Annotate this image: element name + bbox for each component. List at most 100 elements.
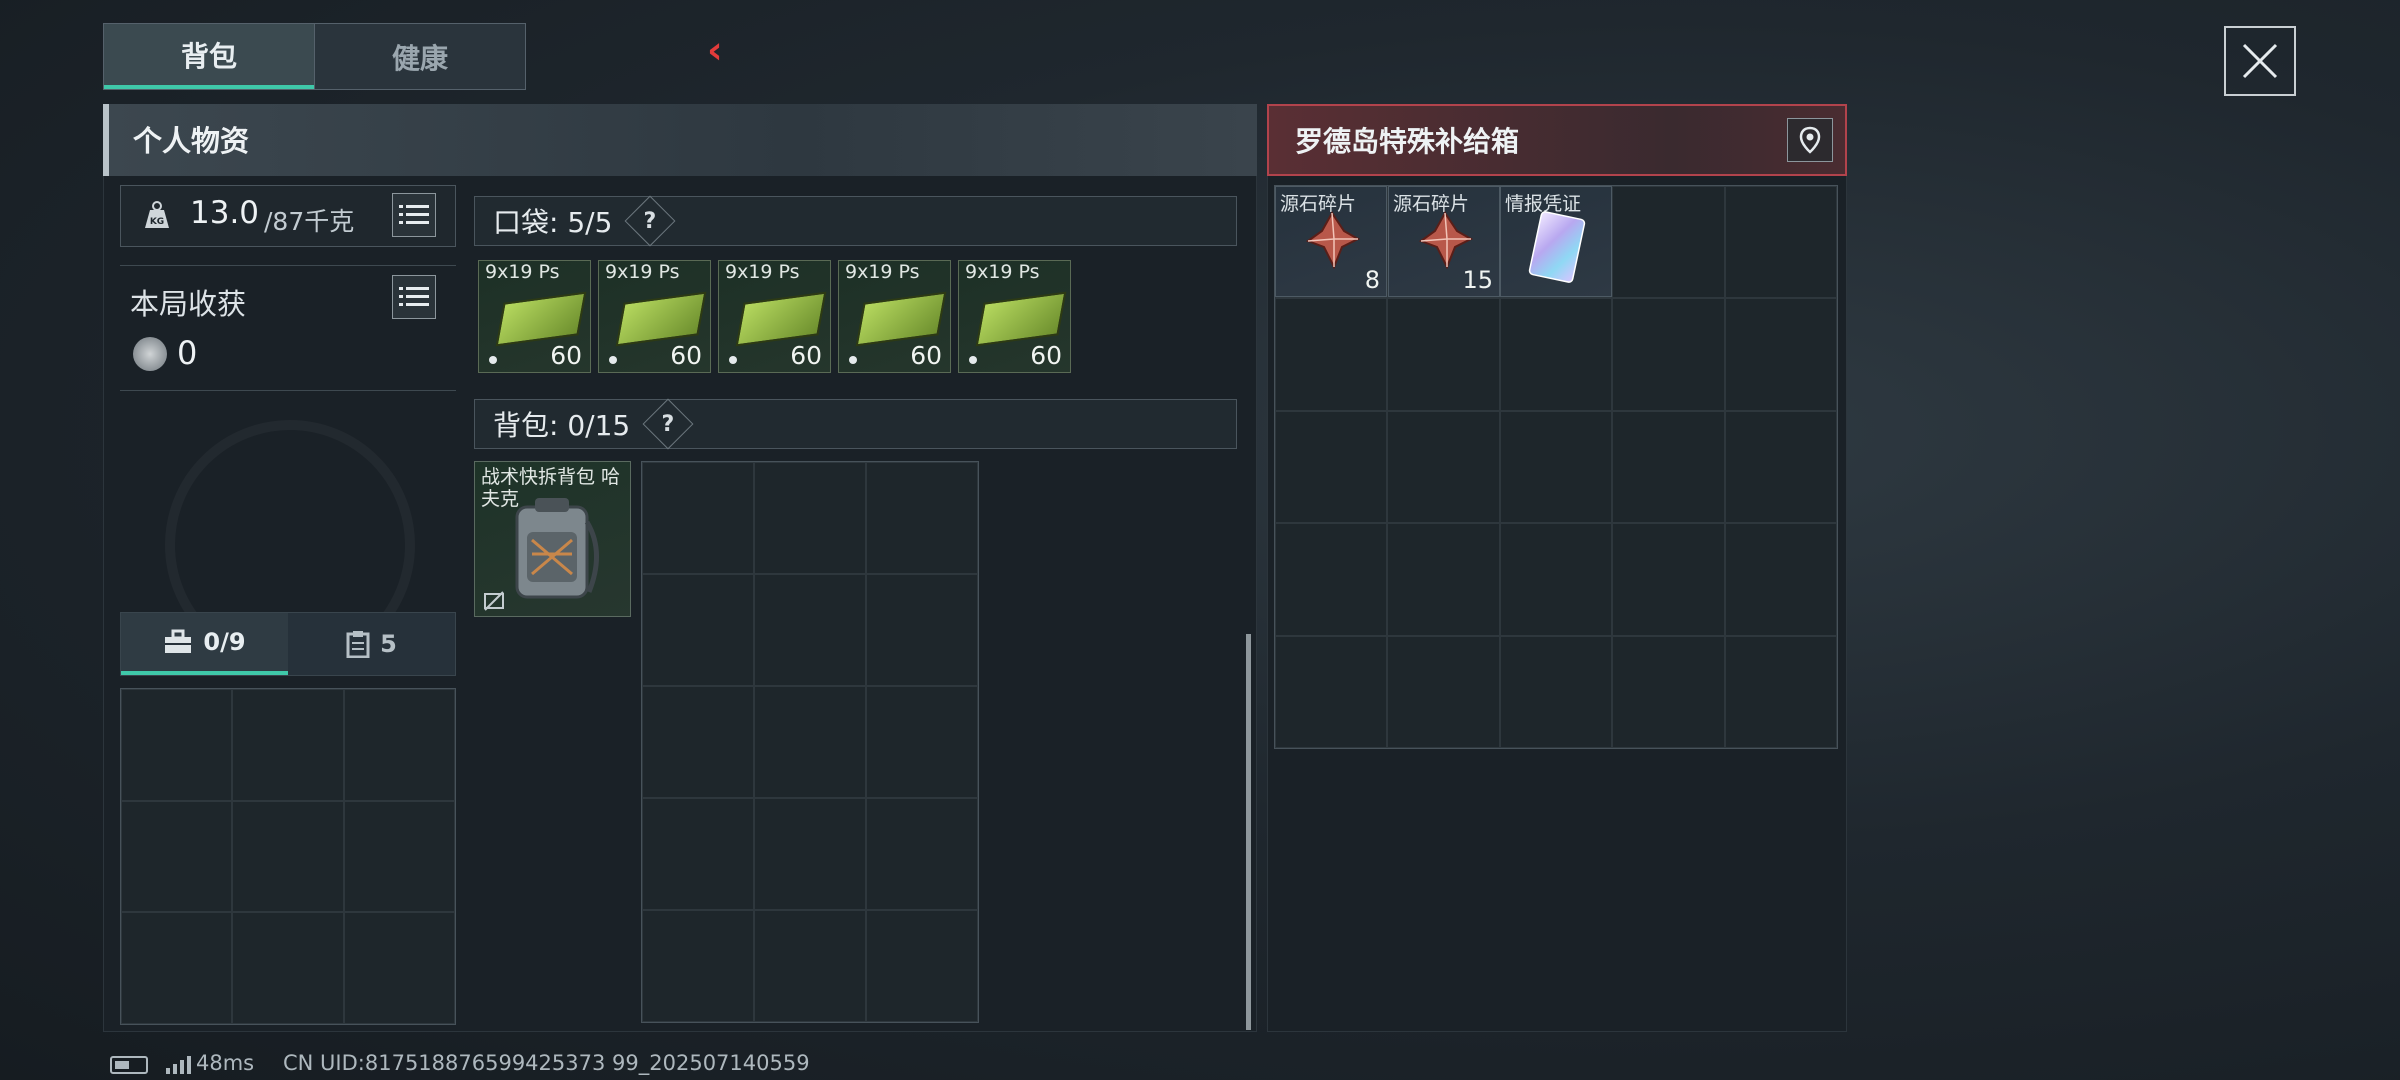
grid-slot[interactable]: [1499, 523, 1613, 636]
item-name: 9x19 Ps: [605, 261, 680, 283]
pocket-item[interactable]: 9x19 Ps 60: [478, 260, 591, 373]
grid-slot[interactable]: [1499, 298, 1613, 411]
signal-icon: [166, 1054, 191, 1074]
grid-slot[interactable]: [232, 689, 344, 801]
grid-slot[interactable]: [1275, 523, 1388, 636]
grid-slot[interactable]: [343, 912, 455, 1024]
equipped-backpack[interactable]: 战术快拆背包 哈夫克: [474, 461, 631, 617]
tab-health[interactable]: 健康: [314, 24, 525, 89]
grid-slot[interactable]: [866, 686, 978, 798]
grid-slot[interactable]: [1275, 635, 1388, 748]
tab-backpack[interactable]: 背包: [104, 24, 314, 89]
item-rarity-dot: [489, 356, 497, 364]
weight-value: 13.0: [190, 195, 260, 231]
grid-slot[interactable]: [754, 462, 866, 574]
toolbox-icon: [165, 629, 192, 653]
grid-slot[interactable]: [642, 574, 754, 686]
grid-slot[interactable]: [866, 574, 978, 686]
backpack-help-button[interactable]: ?: [642, 398, 694, 450]
originium-shard-icon: [1305, 211, 1361, 269]
scrollbar[interactable]: [1246, 634, 1251, 1030]
grid-slot[interactable]: [866, 462, 978, 574]
battery-icon: [110, 1056, 148, 1074]
grid-slot[interactable]: [754, 686, 866, 798]
grid-slot[interactable]: [1499, 410, 1613, 524]
item-name: 9x19 Ps: [725, 261, 800, 283]
grid-slot[interactable]: [1612, 410, 1725, 524]
no-insure-icon: [484, 591, 504, 611]
tab-safebox[interactable]: 0/9: [121, 613, 288, 675]
close-icon: [2242, 43, 2278, 79]
item-count: 60: [910, 341, 942, 370]
pocket-label: 口袋: 5/5: [493, 206, 613, 239]
item-count: 15: [1462, 266, 1493, 294]
grid-slot[interactable]: [1724, 410, 1837, 524]
grid-slot[interactable]: [1612, 298, 1725, 411]
item-count: 60: [790, 341, 822, 370]
item-name: 9x19 Ps: [845, 261, 920, 283]
pocket-item[interactable]: 9x19 Ps 60: [718, 260, 831, 373]
weight-kg-icon: KG: [145, 201, 169, 228]
grid-slot[interactable]: [1387, 298, 1500, 411]
grid-slot[interactable]: [1387, 523, 1500, 636]
grid-slot[interactable]: [1612, 186, 1725, 299]
list-icon: [399, 287, 429, 306]
item-count: 8: [1364, 266, 1380, 294]
help-icon: ?: [661, 411, 675, 437]
ping-text: 48ms: [196, 1051, 255, 1075]
grid-slot[interactable]: [754, 798, 866, 910]
grid-slot[interactable]: [866, 798, 978, 910]
intel-card-icon: [1528, 211, 1586, 283]
personal-panel-header: [103, 104, 1257, 176]
grid-slot[interactable]: [1724, 298, 1837, 411]
ammo-box-icon: [735, 291, 827, 347]
grid-slot[interactable]: [642, 686, 754, 798]
supply-item[interactable]: 情报凭证: [1500, 186, 1612, 297]
grid-slot[interactable]: [1387, 410, 1500, 524]
supply-item[interactable]: 源石碎片 8: [1275, 186, 1387, 297]
ammo-box-icon: [615, 291, 707, 347]
grid-slot[interactable]: [1612, 523, 1725, 636]
grid-slot[interactable]: [1724, 186, 1837, 299]
close-button[interactable]: [2224, 26, 2296, 96]
help-icon: ?: [644, 208, 657, 234]
originium-shard-icon: [1418, 211, 1474, 269]
pocket-item[interactable]: 9x19 Ps 60: [958, 260, 1071, 373]
grid-slot[interactable]: [642, 462, 754, 574]
ammo-box-icon: [495, 291, 587, 347]
grid-slot[interactable]: [866, 910, 978, 1022]
grid-slot[interactable]: [1612, 635, 1725, 748]
harvest-list-button[interactable]: [392, 275, 436, 319]
supply-item[interactable]: 源石碎片 15: [1388, 186, 1500, 297]
grid-slot[interactable]: [1275, 298, 1388, 411]
grid-slot[interactable]: [121, 689, 233, 801]
grid-slot[interactable]: [121, 800, 233, 913]
grid-slot[interactable]: [754, 910, 866, 1022]
item-name: 9x19 Ps: [485, 261, 560, 283]
pocket-help-button[interactable]: ?: [624, 195, 676, 247]
grid-slot[interactable]: [1724, 635, 1837, 748]
pocket-item[interactable]: 9x19 Ps 60: [838, 260, 951, 373]
weight-list-button[interactable]: [392, 193, 436, 237]
grid-slot[interactable]: [1275, 410, 1388, 524]
list-icon: [399, 205, 429, 224]
item-count: 60: [670, 341, 702, 370]
pocket-item[interactable]: 9x19 Ps 60: [598, 260, 711, 373]
grid-slot[interactable]: [232, 800, 344, 913]
tab-tickets[interactable]: 5: [288, 613, 455, 675]
grid-slot[interactable]: [642, 910, 754, 1022]
grid-slot[interactable]: [1499, 635, 1613, 748]
grid-slot[interactable]: [343, 800, 455, 913]
location-button[interactable]: [1787, 118, 1833, 162]
grid-slot[interactable]: [121, 912, 233, 1024]
grid-slot[interactable]: [343, 689, 455, 801]
harvest-value: 0: [177, 334, 198, 372]
collapse-arrow-icon[interactable]: ‹: [707, 30, 735, 70]
grid-slot[interactable]: [754, 574, 866, 686]
safebox-count: 0/9: [203, 628, 246, 656]
grid-slot[interactable]: [232, 912, 344, 1024]
grid-slot[interactable]: [1724, 523, 1837, 636]
ammo-box-icon: [975, 291, 1067, 347]
grid-slot[interactable]: [1387, 635, 1500, 748]
grid-slot[interactable]: [642, 798, 754, 910]
